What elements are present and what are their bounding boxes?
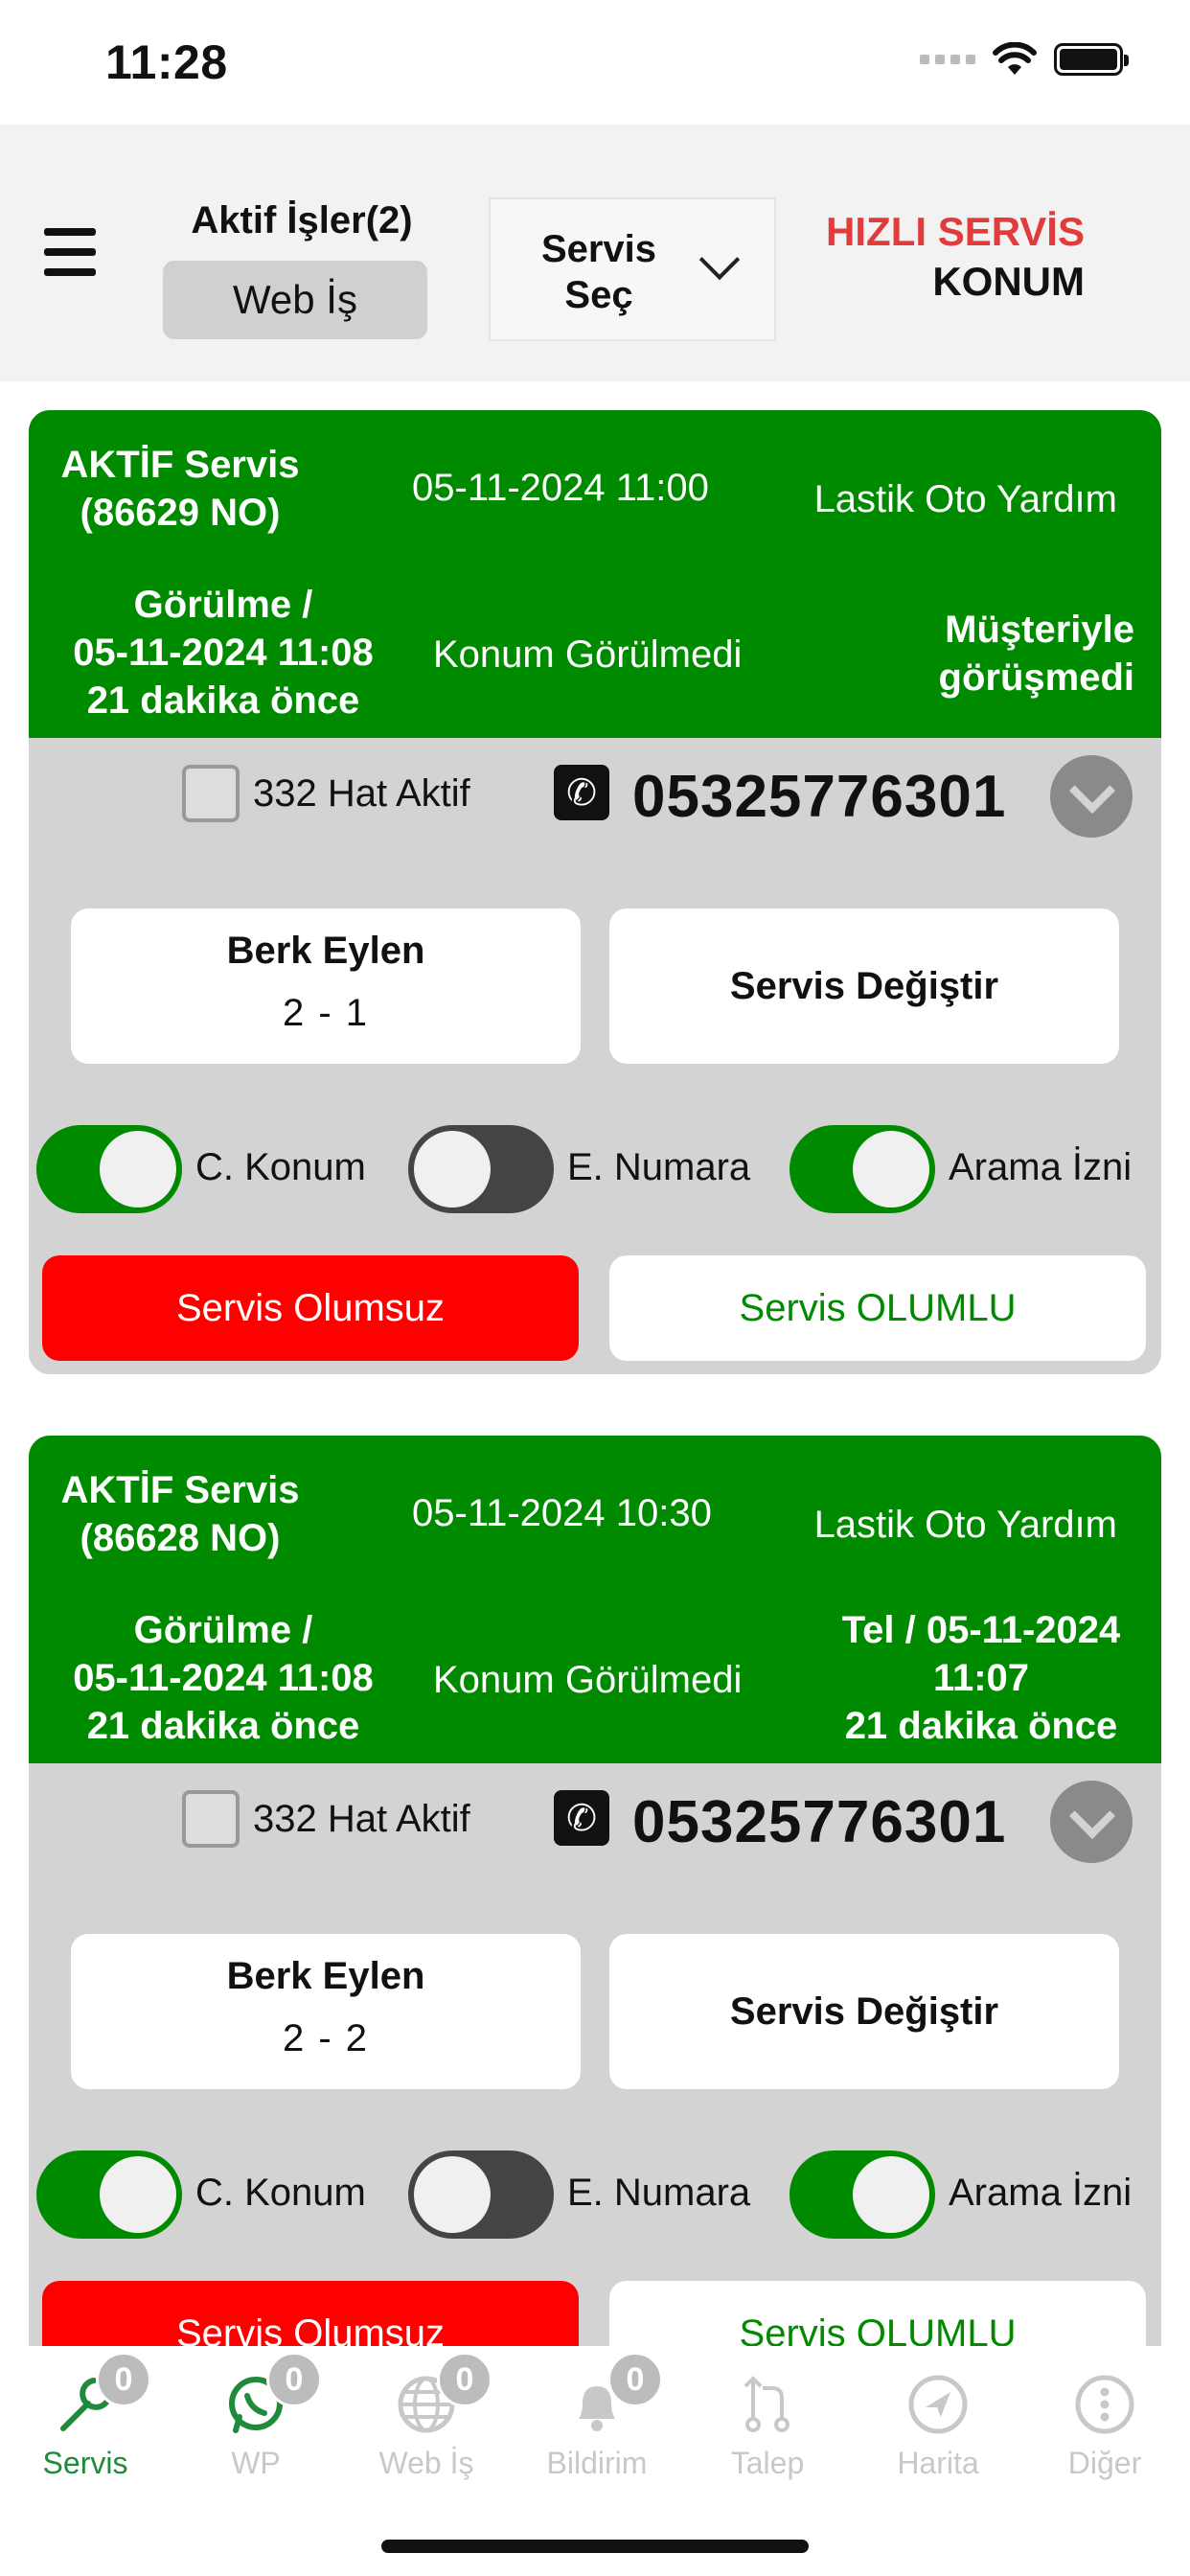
- arama-izni-label: Arama İzni: [949, 1146, 1133, 1188]
- line-active-checkbox[interactable]: [182, 765, 240, 822]
- tab-servis[interactable]: 0 Servis: [0, 2352, 171, 2481]
- seen-info: Görülme /05-11-2024 11:08 21 dakika önce: [73, 1609, 374, 1747]
- service-card-body: 332 Hat Aktif ✆ 05325776301 Berk Eylen 2…: [29, 1763, 1161, 2400]
- assigned-person-box[interactable]: Berk Eylen 2 - 2: [71, 1934, 581, 2089]
- phone-number[interactable]: 05325776301: [632, 1788, 1006, 1856]
- c-konum-toggle[interactable]: [36, 2150, 182, 2239]
- contact-status: Müşteriyle görüşmedi: [938, 609, 1134, 699]
- change-service-button[interactable]: Servis Değiştir: [609, 1934, 1119, 2089]
- line-active-checkbox[interactable]: [182, 1790, 240, 1848]
- line-active-checkbox-row[interactable]: 332 Hat Aktif: [182, 765, 470, 822]
- service-select-dropdown[interactable]: Servis Seç: [489, 197, 776, 341]
- signal-icon: [920, 55, 975, 64]
- app-header: Aktif İşler(2) Web İş Servis Seç HIZLI S…: [0, 125, 1190, 381]
- person-name: Berk Eylen: [226, 1955, 425, 1997]
- expand-chevron-icon[interactable]: [1050, 1781, 1133, 1863]
- service-datetime: 05-11-2024 11:00: [412, 467, 709, 509]
- assigned-person-box[interactable]: Berk Eylen 2 - 1: [71, 908, 581, 1064]
- tab-harita[interactable]: Harita: [853, 2371, 1023, 2481]
- service-status: AKTİF Servis (86629 NO): [60, 444, 300, 534]
- e-numara-toggle[interactable]: [408, 2150, 554, 2239]
- e-numara-toggle[interactable]: [408, 1125, 554, 1213]
- arama-izni-toggle[interactable]: [790, 2150, 935, 2239]
- c-konum-toggle[interactable]: [36, 1125, 182, 1213]
- c-konum-label: C. Konum: [195, 1146, 366, 1188]
- service-status: AKTİF Servis (86628 NO): [60, 1469, 300, 1559]
- navigation-icon: [904, 2371, 972, 2438]
- quick-service-location-button[interactable]: HIZLI SERVİS KONUM: [826, 207, 1085, 307]
- service-positive-button[interactable]: Servis OLUMLU: [609, 1255, 1146, 1361]
- status-icons: [920, 42, 1129, 77]
- contact-status: Tel / 05-11-2024 11:07 21 dakika önce: [841, 1609, 1121, 1747]
- globe-icon: 0: [393, 2352, 492, 2438]
- service-company: Lastik Oto Yardım: [813, 1504, 1117, 1546]
- tab-badge: 0: [266, 2352, 322, 2407]
- phone-icon[interactable]: ✆: [554, 765, 609, 820]
- service-card-header: AKTİF Servis (86629 NO) 05-11-2024 11:00 …: [29, 410, 1161, 738]
- wrench-icon: 0: [52, 2352, 151, 2438]
- seen-info: Görülme /05-11-2024 11:08 21 dakika önce: [73, 584, 374, 722]
- tab-wp[interactable]: 0 WP: [171, 2352, 341, 2481]
- battery-icon: [1054, 43, 1129, 76]
- person-counts: 2 - 2: [282, 2017, 370, 2059]
- chevron-down-icon: [698, 239, 741, 281]
- line-active-checkbox-row[interactable]: 332 Hat Aktif: [182, 1790, 470, 1848]
- menu-icon[interactable]: [44, 228, 96, 288]
- tab-label: WP: [231, 2446, 281, 2480]
- phone-number[interactable]: 05325776301: [632, 763, 1006, 831]
- status-time: 11:28: [105, 35, 228, 89]
- whatsapp-icon: 0: [222, 2352, 322, 2438]
- tab-label: Web İş: [378, 2446, 474, 2480]
- location-status: Konum Görülmedi: [433, 633, 743, 676]
- tab-badge: 0: [96, 2352, 151, 2407]
- service-company: Lastik Oto Yardım: [813, 478, 1117, 520]
- web-job-button[interactable]: Web İş: [163, 261, 427, 339]
- location-label: KONUM: [932, 259, 1085, 304]
- service-datetime: 05-11-2024 10:30: [412, 1492, 712, 1534]
- service-card: AKTİF Servis (86629 NO) 05-11-2024 11:00 …: [29, 410, 1161, 1374]
- tab-label: Harita: [897, 2446, 979, 2480]
- tab-badge: 0: [437, 2352, 492, 2407]
- arama-izni-toggle[interactable]: [790, 1125, 935, 1213]
- tab-diger[interactable]: Diğer: [1019, 2371, 1190, 2481]
- service-card-header: AKTİF Servis (86628 NO) 05-11-2024 10:30 …: [29, 1436, 1161, 1763]
- person-name: Berk Eylen: [226, 930, 425, 972]
- tab-label: Diğer: [1067, 2446, 1142, 2480]
- active-jobs-label: Aktif İşler(2): [191, 199, 413, 242]
- quick-service-label: HIZLI SERVİS: [826, 209, 1085, 254]
- more-icon: [1071, 2371, 1138, 2438]
- tab-label: Talep: [730, 2446, 805, 2480]
- c-konum-label: C. Konum: [195, 2172, 366, 2214]
- line-active-label: 332 Hat Aktif: [253, 771, 470, 815]
- service-card-body: 332 Hat Aktif ✆ 05325776301 Berk Eylen 2…: [29, 738, 1161, 1374]
- wifi-icon: [993, 42, 1037, 75]
- service-negative-button[interactable]: Servis Olumsuz: [42, 1255, 579, 1361]
- person-counts: 2 - 1: [282, 992, 370, 1034]
- tab-label: Bildirim: [546, 2446, 648, 2480]
- home-indicator: [381, 2540, 809, 2553]
- phone-icon[interactable]: ✆: [554, 1790, 609, 1846]
- line-active-label: 332 Hat Aktif: [253, 1797, 470, 1840]
- tab-badge: 0: [607, 2352, 663, 2407]
- location-status: Konum Görülmedi: [433, 1659, 743, 1701]
- arama-izni-label: Arama İzni: [949, 2172, 1133, 2214]
- service-card: AKTİF Servis (86628 NO) 05-11-2024 10:30 …: [29, 1436, 1161, 2400]
- pull-request-icon: [734, 2371, 801, 2438]
- tab-label: Servis: [42, 2446, 128, 2480]
- bell-icon: 0: [563, 2352, 663, 2438]
- service-select-label: Servis Seç: [540, 228, 657, 316]
- change-service-button[interactable]: Servis Değiştir: [609, 908, 1119, 1064]
- e-numara-label: E. Numara: [567, 1146, 751, 1188]
- tab-web-is[interactable]: 0 Web İş: [341, 2352, 512, 2481]
- tab-bildirim[interactable]: 0 Bildirim: [512, 2352, 682, 2481]
- e-numara-label: E. Numara: [567, 2172, 751, 2214]
- status-bar: 11:28: [0, 0, 1190, 125]
- expand-chevron-icon[interactable]: [1050, 755, 1133, 838]
- tab-talep[interactable]: Talep: [682, 2371, 853, 2481]
